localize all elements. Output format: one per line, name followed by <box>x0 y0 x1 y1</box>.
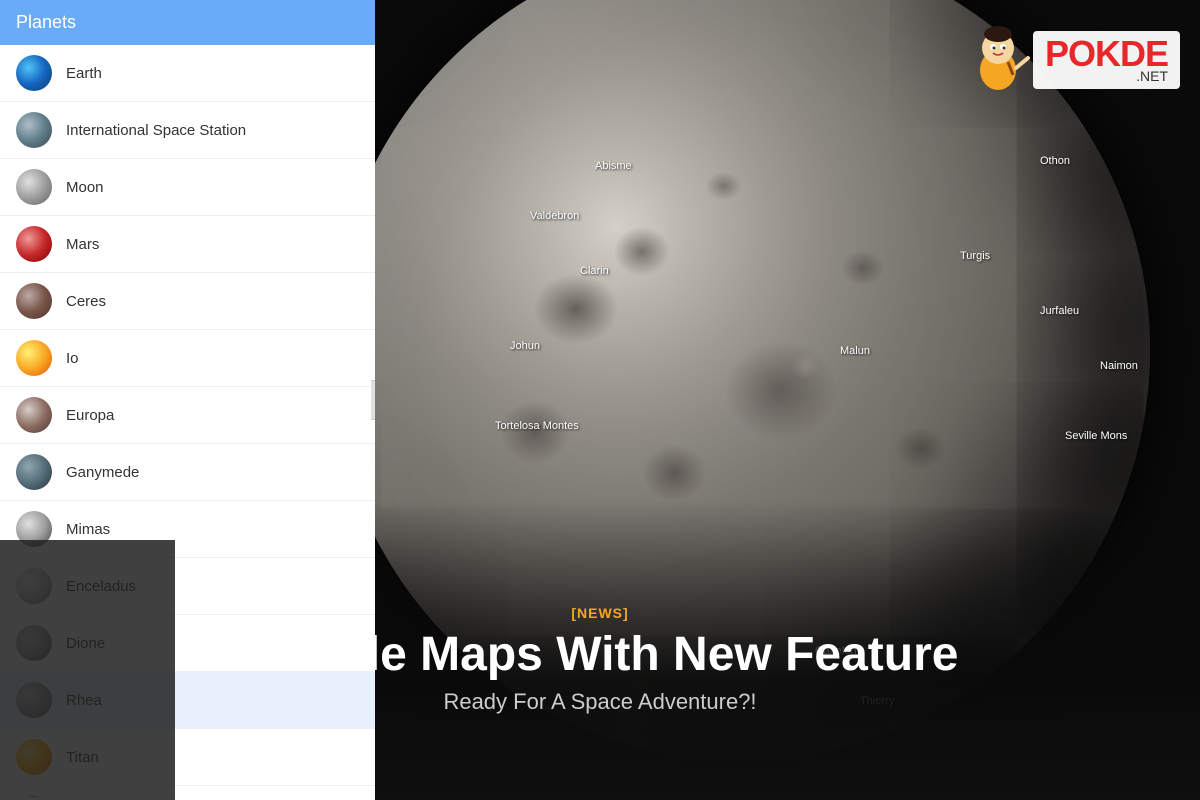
sidebar: Planets ◀ Earth International Space Stati… <box>0 0 375 800</box>
planet-name-ceres: Ceres <box>66 293 106 310</box>
planet-name-moon: Moon <box>66 179 104 196</box>
planet-icon-europa <box>16 397 52 433</box>
planet-item-earth[interactable]: Earth <box>0 45 375 102</box>
news-tag: [NEWS] <box>571 605 628 621</box>
planet-name-earth: Earth <box>66 65 102 82</box>
planet-name-europa: Europa <box>66 407 114 424</box>
planet-item-iss[interactable]: International Space Station <box>0 102 375 159</box>
planet-icon-mars <box>16 226 52 262</box>
pokde-pok: POK <box>1045 33 1120 74</box>
planet-icon-ganymede <box>16 454 52 490</box>
article-subtitle: Ready For A Space Adventure?! <box>443 689 756 715</box>
sidebar-collapse-button[interactable]: ◀ <box>371 380 375 420</box>
planet-item-ganymede[interactable]: Ganymede <box>0 444 375 501</box>
pokde-text-area: POKDE .NET <box>1033 31 1180 89</box>
planet-icon-ceres <box>16 283 52 319</box>
planet-name-mimas: Mimas <box>66 521 110 538</box>
planet-icon-iss <box>16 112 52 148</box>
sidebar-header: Planets <box>0 0 375 45</box>
planet-name-io: Io <box>66 350 79 367</box>
planet-name-mars: Mars <box>66 236 99 253</box>
planet-icon-io <box>16 340 52 376</box>
sidebar-title: Planets <box>16 12 76 33</box>
planet-icon-moon <box>16 169 52 205</box>
planet-item-mars[interactable]: Mars <box>0 216 375 273</box>
pokde-mascot <box>958 20 1038 100</box>
planet-item-ceres[interactable]: Ceres <box>0 273 375 330</box>
planet-icon-earth <box>16 55 52 91</box>
planet-item-europa[interactable]: Europa <box>0 387 375 444</box>
planet-item-io[interactable]: Io <box>0 330 375 387</box>
sidebar-dark-overlay <box>0 540 175 800</box>
pokde-logo: POKDE .NET <box>958 20 1180 100</box>
pokde-brand-text: POKDE <box>1045 36 1168 72</box>
planet-name-iss: International Space Station <box>66 122 246 139</box>
planet-item-moon[interactable]: Moon <box>0 159 375 216</box>
planet-name-ganymede: Ganymede <box>66 464 139 481</box>
